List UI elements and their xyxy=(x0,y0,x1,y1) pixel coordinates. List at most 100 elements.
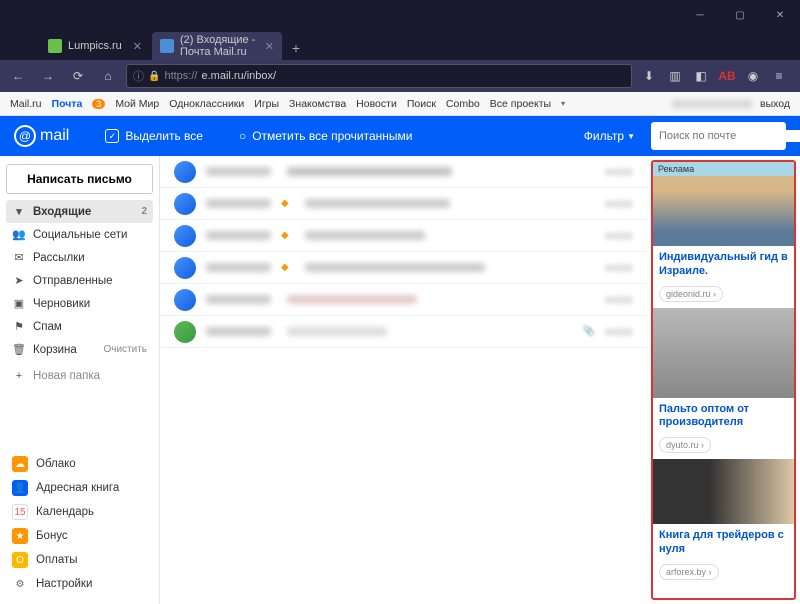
portal-nav: Mail.ru Почта 3 Мой Мир Одноклассники Иг… xyxy=(0,92,800,116)
home-button[interactable]: ⌂ xyxy=(96,64,120,88)
folder-item[interactable]: ▾Входящие2 xyxy=(6,200,153,223)
folder-icon: 🗑 xyxy=(12,343,26,356)
email-row[interactable]: ◆ xyxy=(160,220,647,252)
chevron-down-icon: ▼ xyxy=(627,132,635,141)
ad-card[interactable]: Книга для трейдеров с нуля arforex.by › xyxy=(653,459,794,586)
ad-source[interactable]: dyuto.ru › xyxy=(659,437,711,453)
folder-label: Спам xyxy=(33,321,62,333)
avatar xyxy=(174,289,196,311)
folder-label: Черновики xyxy=(33,298,90,310)
browser-tabs: Lumpics.ru ✕ (2) Входящие - Почта Mail.r… xyxy=(0,30,800,60)
browser-tab[interactable]: (2) Входящие - Почта Mail.ru ✕ xyxy=(152,32,282,60)
back-button[interactable]: ← xyxy=(6,64,30,88)
service-label: Оплаты xyxy=(36,554,78,566)
minimize-button[interactable]: ─ xyxy=(680,0,720,30)
folder-item[interactable]: ✉Рассылки xyxy=(6,246,153,269)
folder-item[interactable]: ▣ Черновики xyxy=(6,292,153,315)
service-link[interactable]: 👤Адресная книга xyxy=(6,476,153,500)
email-row[interactable]: 📎 xyxy=(160,316,647,348)
portal-link[interactable]: Все проекты xyxy=(490,98,551,110)
menu-icon[interactable]: ≡ xyxy=(768,65,790,87)
portal-link[interactable]: Одноклассники xyxy=(169,98,244,110)
service-icon: O xyxy=(12,552,28,568)
search-input[interactable] xyxy=(659,130,800,142)
folder-count: 2 xyxy=(141,206,147,217)
tab-title: (2) Входящие - Почта Mail.ru xyxy=(180,34,259,58)
ad-card[interactable]: Пальто оптом от производителя dyuto.ru › xyxy=(653,308,794,460)
ad-image xyxy=(653,176,794,246)
service-link[interactable]: ★Бонус xyxy=(6,524,153,548)
portal-link-active[interactable]: Почта xyxy=(52,98,83,110)
logout-link[interactable]: выход xyxy=(760,98,790,110)
favicon xyxy=(48,39,62,53)
portal-link[interactable]: Поиск xyxy=(407,98,436,110)
ad-label: Реклама xyxy=(653,162,794,176)
lock-icon: 🔒 xyxy=(148,71,160,82)
reload-button[interactable]: ⟳ xyxy=(66,64,90,88)
service-link[interactable]: ☁Облако xyxy=(6,452,153,476)
service-link[interactable]: O Оплаты xyxy=(6,548,153,572)
portal-link[interactable]: Combo xyxy=(446,98,480,110)
email-row[interactable]: ◆ xyxy=(160,188,647,220)
portal-link[interactable]: Знакомства xyxy=(289,98,346,110)
ad-image xyxy=(653,459,794,524)
avatar xyxy=(174,321,196,343)
check-icon: ✓ xyxy=(105,129,119,143)
tab-title: Lumpics.ru xyxy=(68,40,122,52)
tab-close-icon[interactable]: ✕ xyxy=(133,40,142,53)
email-row[interactable]: ◆ xyxy=(160,252,647,284)
mark-read-button[interactable]: ○ Отметить все прочитанными xyxy=(239,129,413,143)
favicon xyxy=(160,39,174,53)
email-row[interactable] xyxy=(160,156,647,188)
library-icon[interactable]: ▥ xyxy=(664,65,686,87)
sidebar-icon[interactable]: ◧ xyxy=(690,65,712,87)
folder-label: Рассылки xyxy=(33,252,85,264)
service-link[interactable]: 15Календарь xyxy=(6,500,153,524)
folder-clear[interactable]: Очистить xyxy=(103,344,147,355)
portal-link[interactable]: Игры xyxy=(254,98,279,110)
email-row[interactable] xyxy=(160,284,647,316)
at-icon: @ xyxy=(14,125,36,147)
service-label: Адресная книга xyxy=(36,482,119,494)
select-all-button[interactable]: ✓ Выделить все xyxy=(105,129,203,143)
tab-close-icon[interactable]: ✕ xyxy=(265,40,274,53)
address-bar[interactable]: ⓘ 🔒 https://e.mail.ru/inbox/ xyxy=(126,64,632,88)
browser-tab[interactable]: Lumpics.ru ✕ xyxy=(40,32,150,60)
folder-item[interactable]: 👥 Социальные сети xyxy=(6,223,153,246)
new-folder-button[interactable]: + Новая папка xyxy=(6,365,153,387)
ad-image xyxy=(653,308,794,398)
folder-label: Социальные сети xyxy=(33,229,127,241)
portal-link[interactable]: Мой Мир xyxy=(115,98,159,110)
service-link[interactable]: ⚙Настройки xyxy=(6,572,153,596)
folder-item[interactable]: 🗑КорзинаОчистить xyxy=(6,338,153,361)
download-icon[interactable]: ⬇ xyxy=(638,65,660,87)
mail-logo[interactable]: @ mail xyxy=(14,125,69,147)
new-tab-button[interactable]: + xyxy=(284,36,308,60)
service-icon: ☁ xyxy=(12,456,28,472)
folder-icon: ⚑ xyxy=(12,320,26,333)
maximize-button[interactable]: ▢ xyxy=(720,0,760,30)
search-box[interactable]: ⌕ xyxy=(651,122,786,150)
service-label: Настройки xyxy=(36,578,92,590)
forward-button[interactable]: → xyxy=(36,64,60,88)
info-icon: ⓘ xyxy=(133,68,144,84)
ad-title: Книга для трейдеров с нуля xyxy=(653,524,794,562)
ad-source[interactable]: arforex.by › xyxy=(659,564,719,580)
folder-item[interactable]: ➤Отправленные xyxy=(6,269,153,292)
folder-icon: 👥 xyxy=(12,228,26,241)
filter-button[interactable]: Фильтр ▼ xyxy=(584,129,635,143)
portal-link[interactable]: Mail.ru xyxy=(10,98,42,110)
folder-icon: ▣ xyxy=(12,297,26,310)
ad-title: Индивидуальный гид в Израиле. xyxy=(653,246,794,284)
portal-link[interactable]: Новости xyxy=(356,98,397,110)
ad-source[interactable]: gideonid.ru › xyxy=(659,286,723,302)
close-window-button[interactable]: ✕ xyxy=(760,0,800,30)
circle-icon: ○ xyxy=(239,129,246,143)
compose-button[interactable]: Написать письмо xyxy=(6,164,153,194)
ad-card[interactable]: Индивидуальный гид в Израиле. gideonid.r… xyxy=(653,176,794,308)
account-icon[interactable]: ◉ xyxy=(742,65,764,87)
adblock-icon[interactable]: AB xyxy=(716,65,738,87)
folder-item[interactable]: ⚑ Спам xyxy=(6,315,153,338)
url-bar: ← → ⟳ ⌂ ⓘ 🔒 https://e.mail.ru/inbox/ ⬇ ▥… xyxy=(0,60,800,92)
mail-header: @ mail ✓ Выделить все ○ Отметить все про… xyxy=(0,116,800,156)
